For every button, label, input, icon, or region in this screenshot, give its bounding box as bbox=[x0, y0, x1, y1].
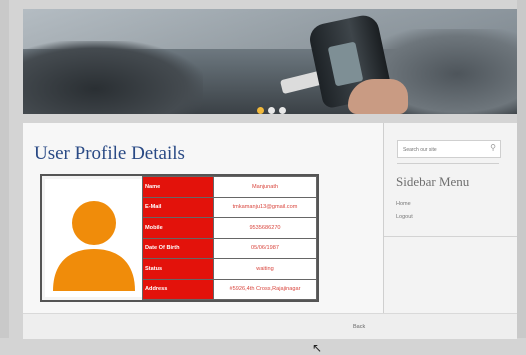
row-label-email: E-Mail bbox=[142, 196, 214, 218]
row-label-address: Address bbox=[142, 278, 214, 300]
left-margin bbox=[0, 0, 9, 338]
content-footer bbox=[23, 313, 517, 339]
hero-banner bbox=[23, 9, 517, 114]
row-value-status: waiting bbox=[213, 258, 317, 280]
table-row: Mobile 9535686270 bbox=[142, 217, 317, 239]
banner-car-interior bbox=[23, 41, 203, 114]
breathalyzer-screen bbox=[327, 41, 364, 87]
search-box: ⚲ bbox=[397, 140, 501, 158]
row-value-name: Manjunath bbox=[213, 176, 317, 198]
mouse-cursor-icon: ↖ bbox=[312, 341, 323, 355]
sidebar-title: Sidebar Menu bbox=[396, 174, 470, 189]
carousel-indicators bbox=[257, 107, 286, 114]
table-row: E-Mail tmkamanju13@gmail.com bbox=[142, 196, 317, 218]
row-value-email: tmkamanju13@gmail.com bbox=[213, 196, 317, 218]
carousel-dot-3[interactable] bbox=[279, 107, 286, 114]
row-value-dob: 05/06/1987 bbox=[213, 237, 317, 259]
table-row: Status waiting bbox=[142, 258, 317, 280]
divider bbox=[384, 236, 517, 237]
table-row: Address #5926,4th Cross,Rajajinagar bbox=[142, 278, 317, 300]
row-value-mobile: 9535686270 bbox=[213, 217, 317, 239]
main-content: User Profile Details Name Manjunath E-Ma… bbox=[23, 123, 384, 355]
profile-table: Name Manjunath E-Mail tmkamanju13@gmail.… bbox=[142, 176, 317, 300]
user-avatar-icon bbox=[45, 179, 142, 297]
carousel-dot-2[interactable] bbox=[268, 107, 275, 114]
table-row: Date Of Birth 05/06/1987 bbox=[142, 237, 317, 259]
search-icon[interactable]: ⚲ bbox=[490, 143, 496, 152]
row-value-address: #5926,4th Cross,Rajajinagar bbox=[213, 278, 317, 300]
divider bbox=[397, 163, 499, 164]
row-label-status: Status bbox=[142, 258, 214, 280]
banner-hand bbox=[348, 79, 408, 114]
right-margin bbox=[517, 0, 526, 338]
sidebar-item-home[interactable]: Home bbox=[396, 201, 411, 207]
back-link[interactable]: Back bbox=[353, 324, 365, 330]
page-title: User Profile Details bbox=[34, 143, 185, 164]
sidebar: ⚲ Sidebar Menu Home Logout bbox=[384, 123, 517, 313]
profile-card: Name Manjunath E-Mail tmkamanju13@gmail.… bbox=[40, 174, 322, 355]
row-label-dob: Date Of Birth bbox=[142, 237, 214, 259]
sidebar-item-logout[interactable]: Logout bbox=[396, 214, 413, 220]
table-row: Name Manjunath bbox=[142, 176, 317, 198]
carousel-dot-1[interactable] bbox=[257, 107, 264, 114]
row-label-name: Name bbox=[142, 176, 214, 198]
search-input[interactable] bbox=[401, 143, 485, 156]
row-label-mobile: Mobile bbox=[142, 217, 214, 239]
